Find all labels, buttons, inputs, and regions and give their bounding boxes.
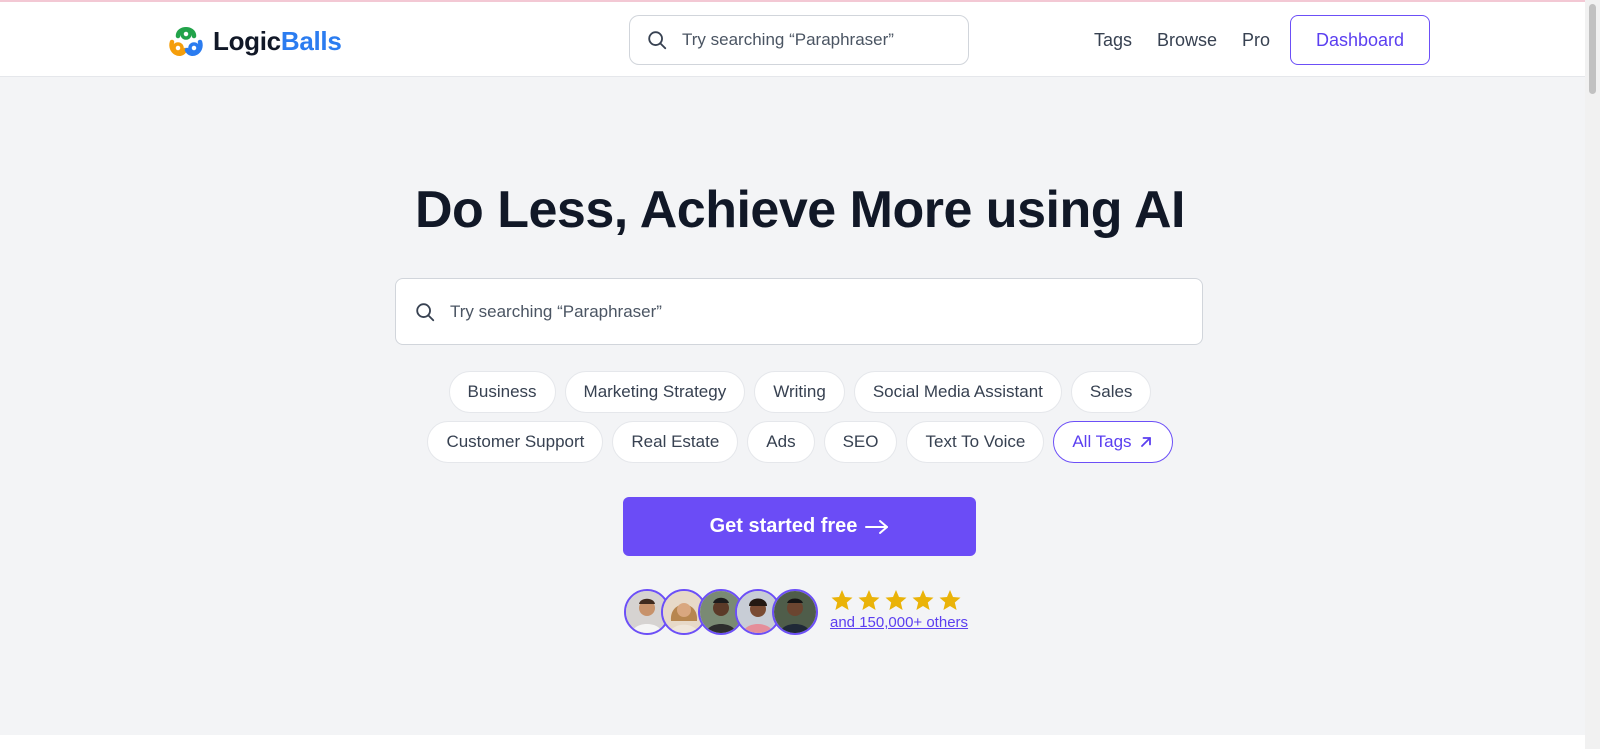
star-icon [858, 590, 880, 610]
tag-row-2: Customer Support Real Estate Ads SEO Tex… [0, 421, 1600, 463]
tag-ads[interactable]: Ads [747, 421, 815, 463]
tag-business[interactable]: Business [448, 371, 556, 413]
nav-tags-link[interactable]: Tags [1094, 30, 1132, 51]
tag-customer-support[interactable]: Customer Support [427, 421, 604, 463]
logicballs-logo-icon [169, 27, 203, 56]
header-search[interactable] [629, 15, 969, 65]
nav-pro-link[interactable]: Pro [1242, 30, 1270, 51]
star-icon [885, 590, 907, 610]
tag-writing[interactable]: Writing [754, 371, 845, 413]
hero-search[interactable] [395, 278, 1203, 345]
dashboard-button[interactable]: Dashboard [1290, 15, 1430, 65]
tag-text-to-voice[interactable]: Text To Voice [906, 421, 1045, 463]
page-bottom-strip [0, 735, 1600, 749]
star-icon [831, 590, 853, 610]
site-header: LogicBalls Tags Browse Pro Dashboard [0, 2, 1600, 77]
all-tags-button[interactable]: All Tags [1053, 421, 1173, 463]
nav-tags[interactable]: Tags [1094, 15, 1132, 65]
scrollbar-thumb[interactable] [1589, 4, 1596, 94]
scrollbar-track[interactable] [1585, 0, 1600, 749]
arrow-up-right-icon [1140, 437, 1151, 447]
all-tags-label: All Tags [1072, 432, 1132, 451]
header-search-input[interactable] [680, 29, 954, 51]
nav-browse-link[interactable]: Browse [1157, 30, 1217, 51]
tag-marketing-strategy[interactable]: Marketing Strategy [564, 371, 746, 413]
nav-pro[interactable]: Pro [1242, 15, 1270, 65]
get-started-button[interactable]: Get started free [623, 497, 976, 556]
social-proof-link[interactable]: and 150,000+ others [830, 614, 968, 631]
rating-stars [830, 589, 962, 611]
brand-name: LogicBalls [213, 26, 342, 57]
tag-real-estate[interactable]: Real Estate [612, 421, 739, 463]
nav-browse[interactable]: Browse [1157, 15, 1217, 65]
brand-logo[interactable]: LogicBalls [167, 22, 342, 60]
get-started-label: Get started free [709, 515, 858, 537]
search-icon [648, 31, 667, 50]
tag-seo[interactable]: SEO [823, 421, 898, 463]
avatar [772, 589, 818, 635]
tag-row-1: Business Marketing Strategy Writing Soci… [0, 371, 1600, 413]
hero-search-input[interactable] [448, 300, 1172, 323]
arrow-right-icon [865, 519, 889, 534]
hero-headline: Do Less, Achieve More using AI [414, 181, 1186, 239]
user-avatars [624, 589, 819, 635]
tag-sales[interactable]: Sales [1070, 371, 1152, 413]
avatar-image-icon [774, 591, 816, 633]
brand-name-logic: Logic [213, 25, 281, 56]
star-icon [939, 590, 961, 610]
star-icon [912, 590, 934, 610]
search-icon [416, 302, 435, 321]
tag-social-media-assistant[interactable]: Social Media Assistant [853, 371, 1062, 413]
brand-name-balls: Balls [280, 25, 342, 56]
